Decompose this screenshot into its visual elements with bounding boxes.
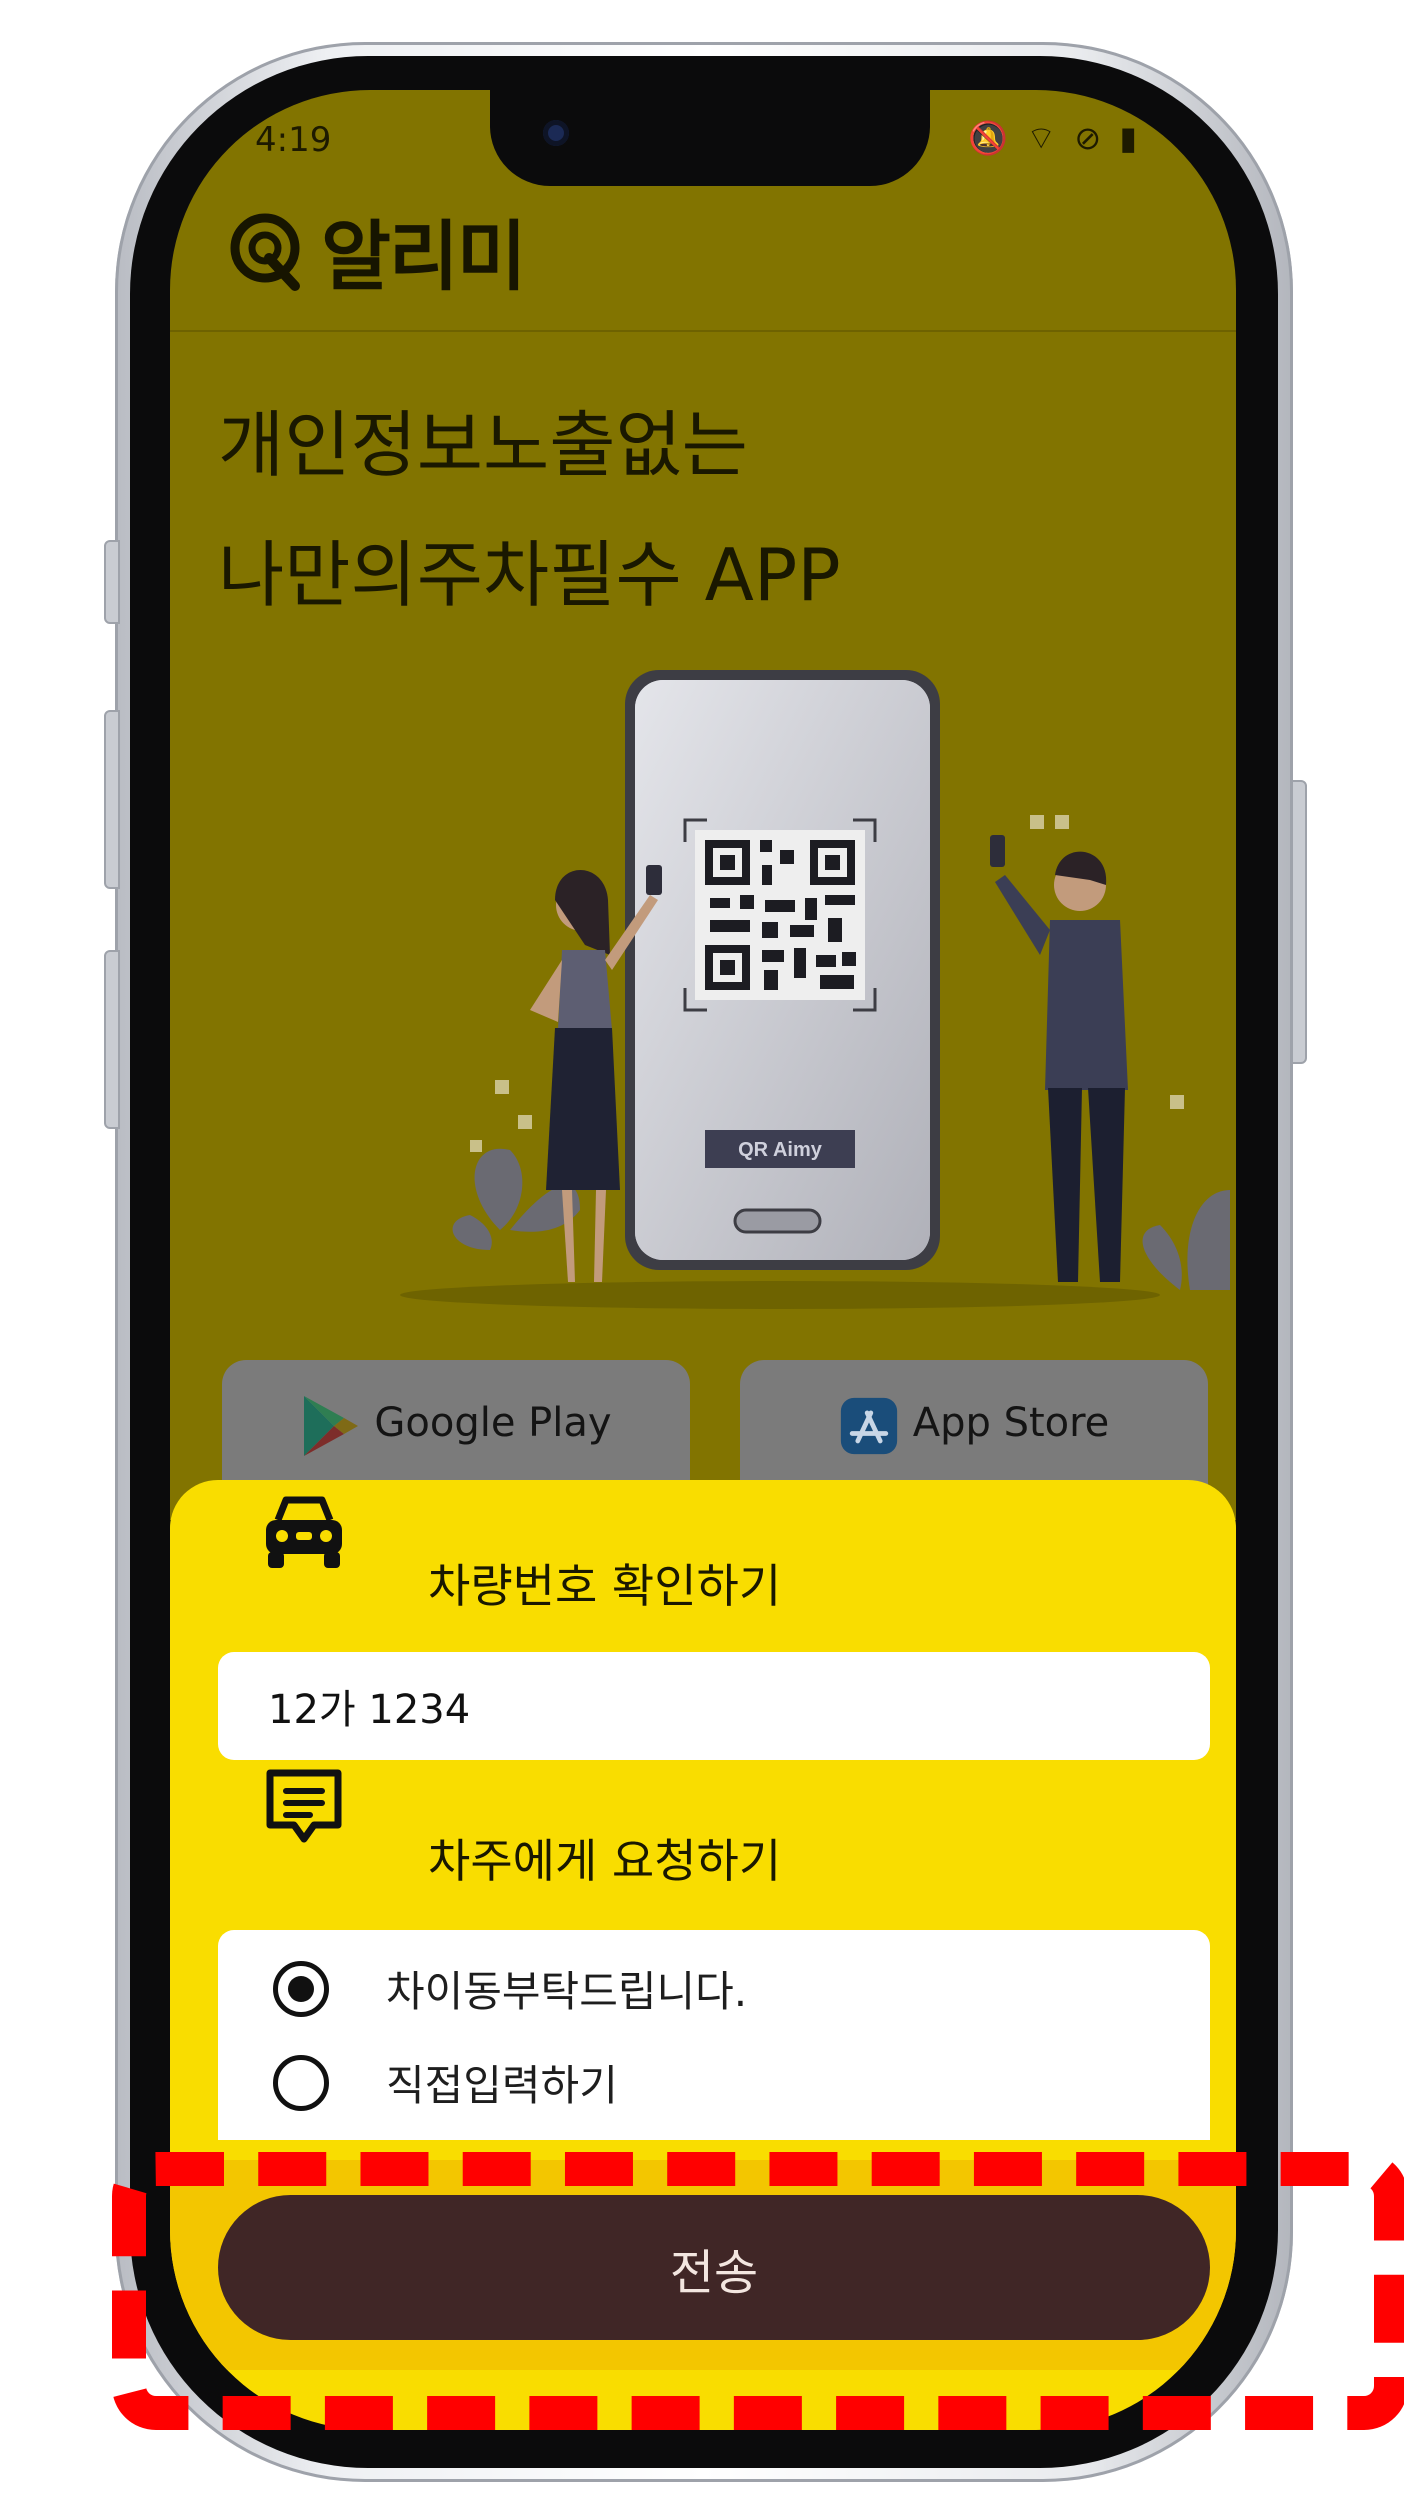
car-icon bbox=[266, 1496, 342, 1568]
front-camera bbox=[543, 120, 569, 146]
power-button bbox=[1291, 780, 1307, 1064]
radio-direct-input[interactable] bbox=[273, 2054, 329, 2111]
hero-line-2: 나만의주차필수 APP bbox=[218, 533, 841, 617]
app-store-icon bbox=[840, 1397, 897, 1455]
option-direct-input-label: 직접입력하기 bbox=[386, 2061, 618, 2110]
volume-up-button bbox=[104, 710, 120, 889]
radio-move-car[interactable] bbox=[273, 1960, 329, 2017]
status-time: 4:19 bbox=[255, 120, 332, 160]
app-logo: 알리미 bbox=[225, 195, 527, 305]
man-figure bbox=[990, 835, 1128, 1282]
hero-title: 개인정보노출없는 나만의주차필수 APP bbox=[218, 380, 841, 640]
plate-number-field[interactable] bbox=[218, 1652, 1210, 1760]
qr-logo-icon bbox=[230, 213, 300, 291]
status-icons: 🔕 ⌔ ⊘ ▮ bbox=[968, 119, 1141, 157]
phone-screen: 4:19 🔕 ⌔ ⊘ ▮ 알리미 개인정보노출없는 나만의주차필수 APP QR… bbox=[170, 90, 1236, 2430]
option-move-car-label: 차이동부탁드립니다. bbox=[386, 1967, 748, 2016]
google-play-icon bbox=[304, 1396, 359, 1456]
qr-phone-illustration: QR Aimy bbox=[400, 670, 1230, 1309]
option-move-car[interactable]: 차이동부탁드립니다. bbox=[273, 1958, 747, 2019]
dimmed-backdrop[interactable]: 4:19 🔕 ⌔ ⊘ ▮ 알리미 개인정보노출없는 나만의주차필수 APP QR… bbox=[170, 90, 1236, 1520]
message-icon bbox=[266, 1769, 342, 1843]
plant-right bbox=[1142, 1190, 1230, 1290]
app-store-label: App Store bbox=[912, 1400, 1110, 1446]
owner-request-section-label: 차주에게 요청하기 bbox=[428, 1834, 782, 1888]
notch bbox=[490, 90, 930, 186]
volume-down-button bbox=[104, 950, 120, 1129]
logo-text: 알리미 bbox=[321, 212, 527, 301]
request-options-list: 차이동부탁드립니다. 직접입력하기 bbox=[218, 1930, 1210, 2140]
highlight-box bbox=[112, 2152, 1404, 2430]
qr-code bbox=[695, 830, 865, 1000]
mute-switch bbox=[104, 540, 120, 624]
qr-caption: QR Aimy bbox=[738, 1139, 823, 1161]
google-play-label: Google Play bbox=[374, 1400, 612, 1446]
hero-line-1: 개인정보노출없는 bbox=[218, 403, 748, 487]
option-direct-input[interactable]: 직접입력하기 bbox=[273, 2052, 618, 2113]
car-number-section-label: 차량번호 확인하기 bbox=[428, 1559, 782, 1613]
